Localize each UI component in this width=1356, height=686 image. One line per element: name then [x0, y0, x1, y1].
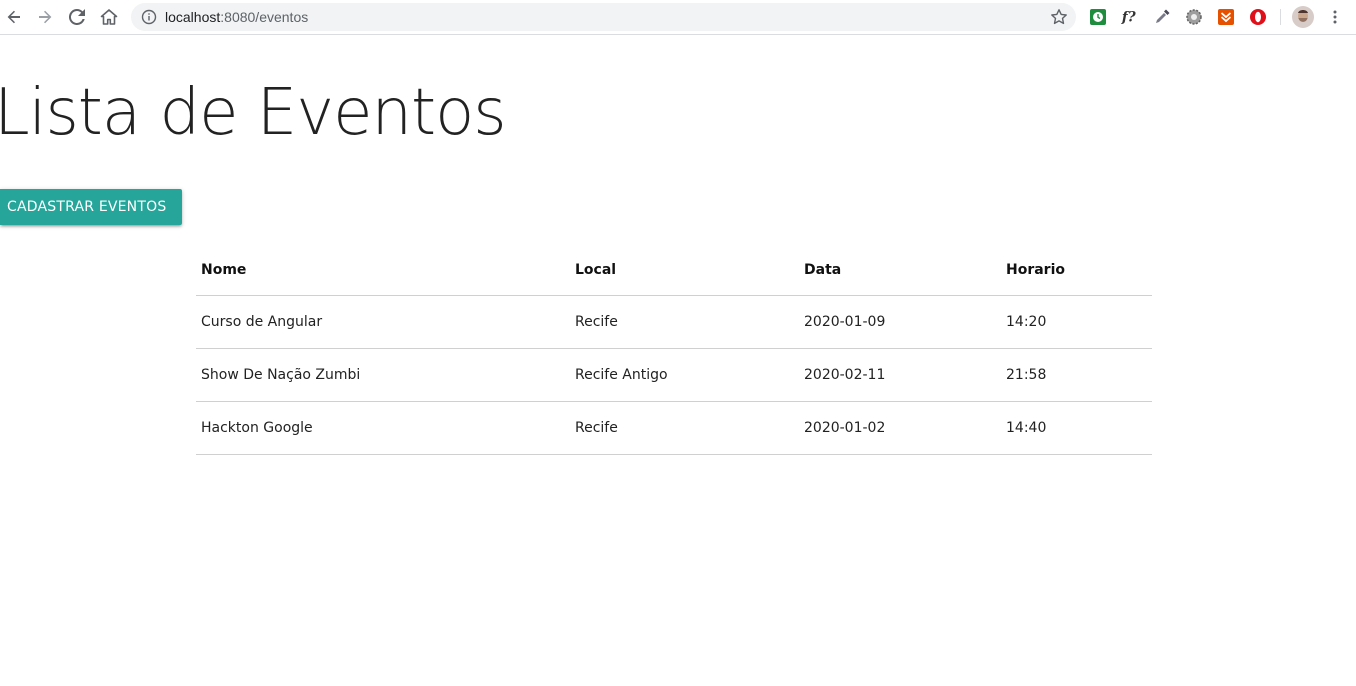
font-extension-icon[interactable]: f? — [1121, 8, 1139, 26]
download-extension-icon[interactable] — [1217, 8, 1235, 26]
table-row: Curso de Angular Recife 2020-01-09 14:20 — [196, 295, 1152, 349]
cell-horario: 14:20 — [1001, 295, 1152, 349]
star-icon[interactable] — [1050, 8, 1068, 26]
cell-nome: Show De Nação Zumbi — [196, 348, 570, 402]
clock-extension-icon[interactable] — [1089, 8, 1107, 26]
cell-local: Recife — [570, 401, 799, 455]
address-bar[interactable]: localhost:8080/eventos — [131, 3, 1076, 31]
cell-nome: Hackton Google — [196, 401, 570, 455]
home-icon[interactable] — [96, 4, 122, 30]
table-header-row: Nome Local Data Horario — [196, 244, 1152, 296]
events-table: Nome Local Data Horario Curso de Angular… — [196, 244, 1152, 455]
browser-toolbar: localhost:8080/eventos f? — [0, 0, 1356, 35]
column-header-data: Data — [799, 244, 1001, 296]
url-text[interactable]: localhost:8080/eventos — [165, 9, 308, 25]
column-header-horario: Horario — [1001, 244, 1152, 296]
eyedropper-extension-icon[interactable] — [1153, 8, 1171, 26]
page-title: Lista de Eventos — [0, 76, 507, 150]
cell-data: 2020-02-11 — [799, 348, 1001, 402]
toolbar-separator — [1280, 9, 1281, 25]
table-row: Show De Nação Zumbi Recife Antigo 2020-0… — [196, 348, 1152, 402]
add-events-button[interactable]: CADASTRAR EVENTOS — [0, 189, 183, 225]
cell-horario: 21:58 — [1001, 348, 1152, 402]
profile-avatar-icon[interactable] — [1292, 6, 1314, 28]
cell-data: 2020-01-02 — [799, 401, 1001, 455]
url-path: :8080/eventos — [220, 9, 309, 25]
opera-extension-icon[interactable] — [1249, 8, 1267, 26]
url-host: localhost — [165, 9, 221, 25]
back-icon[interactable] — [1, 4, 27, 30]
cell-local: Recife Antigo — [570, 348, 799, 402]
gear-extension-icon[interactable] — [1185, 8, 1203, 26]
svg-text:f?: f? — [1121, 10, 1137, 26]
info-icon[interactable] — [141, 9, 157, 25]
table-row: Hackton Google Recife 2020-01-02 14:40 — [196, 401, 1152, 455]
reload-icon[interactable] — [64, 4, 90, 30]
forward-icon[interactable] — [32, 4, 58, 30]
kebab-menu-icon[interactable] — [1326, 8, 1344, 26]
column-header-local: Local — [570, 244, 799, 296]
cell-local: Recife — [570, 295, 799, 349]
cell-horario: 14:40 — [1001, 401, 1152, 455]
column-header-nome: Nome — [196, 244, 570, 296]
cell-nome: Curso de Angular — [196, 295, 570, 349]
cell-data: 2020-01-09 — [799, 295, 1001, 349]
